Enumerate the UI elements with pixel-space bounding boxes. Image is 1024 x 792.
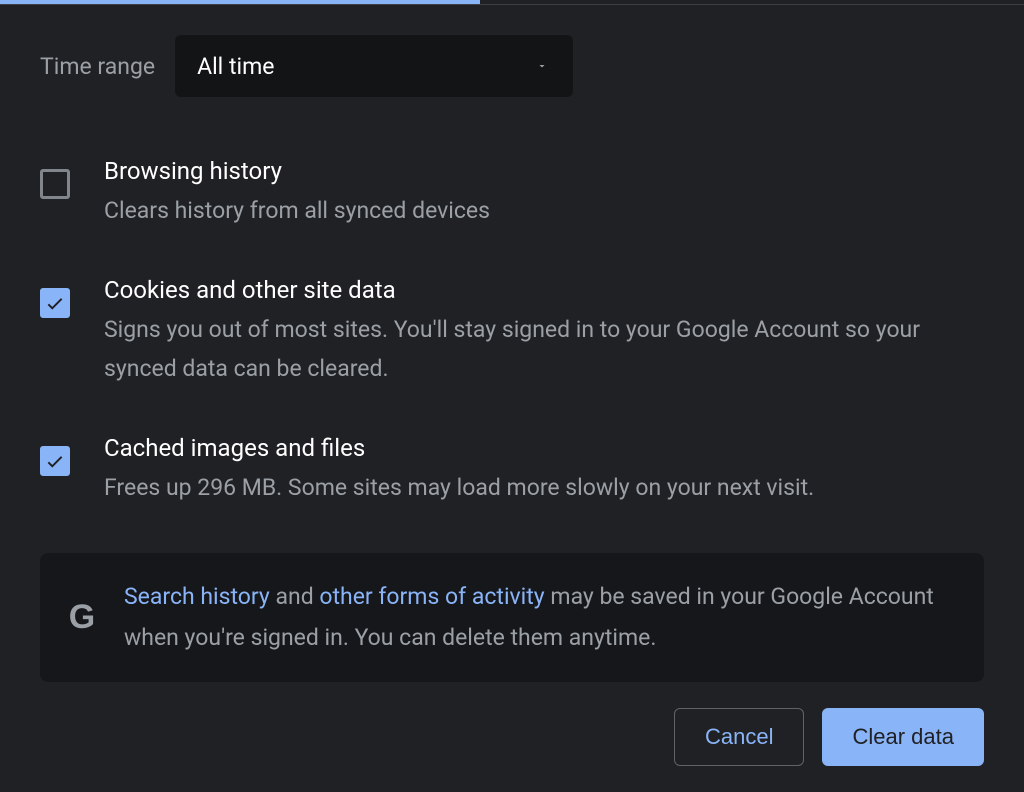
- dialog-content: Time range All time Browsing history Cle…: [0, 0, 1024, 682]
- cache-checkbox[interactable]: [40, 446, 70, 476]
- time-range-row: Time range All time: [40, 35, 984, 97]
- cache-desc: Frees up 296 MB. Some sites may load mor…: [104, 468, 984, 507]
- search-history-link[interactable]: Search history: [124, 583, 270, 610]
- browsing-history-text: Browsing history Clears history from all…: [104, 157, 984, 230]
- option-cache: Cached images and files Frees up 296 MB.…: [40, 434, 984, 507]
- cancel-button[interactable]: Cancel: [674, 708, 804, 766]
- cache-text: Cached images and files Frees up 296 MB.…: [104, 434, 984, 507]
- cookies-title: Cookies and other site data: [104, 276, 984, 304]
- check-icon: [44, 450, 66, 472]
- cookies-text: Cookies and other site data Signs you ou…: [104, 276, 984, 388]
- browsing-history-desc: Clears history from all synced devices: [104, 191, 984, 230]
- google-account-info-panel: G Search history and other forms of acti…: [40, 553, 984, 682]
- info-mid1: and: [270, 583, 320, 610]
- header-divider: [0, 4, 1024, 5]
- time-range-select[interactable]: All time: [175, 35, 573, 97]
- cache-title: Cached images and files: [104, 434, 984, 462]
- time-range-selected: All time: [197, 53, 274, 80]
- option-browsing-history: Browsing history Clears history from all…: [40, 157, 984, 230]
- option-cookies: Cookies and other site data Signs you ou…: [40, 276, 984, 388]
- chevron-down-icon: [533, 56, 551, 77]
- dialog-button-row: Cancel Clear data: [674, 708, 984, 766]
- check-icon: [44, 292, 66, 314]
- time-range-label: Time range: [40, 53, 155, 80]
- google-logo-icon: G: [64, 598, 100, 637]
- cookies-checkbox[interactable]: [40, 288, 70, 318]
- browsing-history-title: Browsing history: [104, 157, 984, 185]
- info-text: Search history and other forms of activi…: [124, 577, 956, 658]
- clear-data-button[interactable]: Clear data: [822, 708, 984, 766]
- browsing-history-checkbox[interactable]: [40, 169, 70, 199]
- cookies-desc: Signs you out of most sites. You'll stay…: [104, 310, 984, 388]
- other-activity-link[interactable]: other forms of activity: [319, 583, 544, 610]
